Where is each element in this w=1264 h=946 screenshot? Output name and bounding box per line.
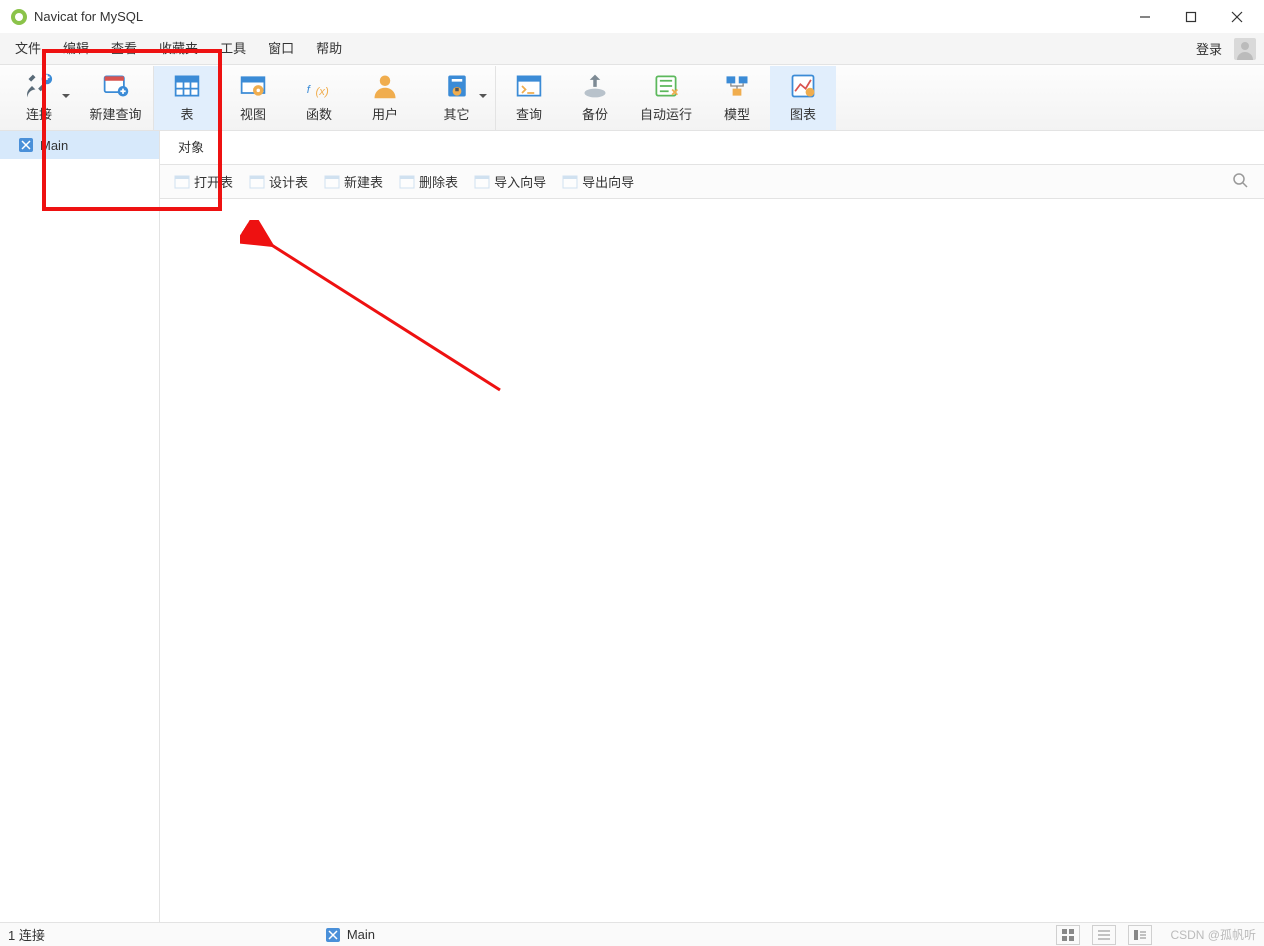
app-icon [10, 8, 28, 26]
view-list-button[interactable] [1092, 925, 1116, 945]
titlebar: Navicat for MySQL [0, 0, 1264, 33]
menu-item-3[interactable]: 收藏夹 [148, 33, 209, 65]
toolbar-backup-button[interactable]: 备份 [562, 66, 628, 130]
view-grid-button[interactable] [1056, 925, 1080, 945]
tree-item-main[interactable]: Main [0, 131, 159, 159]
database-icon [18, 137, 34, 153]
toolbar-new-query-button[interactable]: 新建查询 [78, 66, 154, 130]
toolbar: 连接新建查询表视图函数用户其它查询备份自动运行模型图表 [0, 65, 1264, 131]
menu-item-2[interactable]: 查看 [100, 33, 148, 65]
user-icon [371, 72, 399, 100]
statusbar: 1 连接 Main CSDN @孤帆听 [0, 922, 1264, 946]
view-detail-button[interactable] [1128, 925, 1152, 945]
table-mini-icon [562, 174, 578, 190]
minimize-button[interactable] [1122, 1, 1168, 33]
status-current: Main [325, 927, 375, 943]
content-area [160, 199, 1264, 922]
menu-item-5[interactable]: 窗口 [257, 33, 305, 65]
query-icon [515, 72, 543, 100]
subtool-export-wizard-button[interactable]: 导出向导 [554, 165, 642, 199]
tree-item-label: Main [40, 138, 68, 153]
connection-icon [25, 72, 53, 100]
table-mini-icon [249, 174, 265, 190]
subtool-new-table-button[interactable]: 新建表 [316, 165, 391, 199]
subtool-open-table-button[interactable]: 打开表 [166, 165, 241, 199]
chart-icon [789, 72, 817, 100]
main-panel: 对象 打开表设计表新建表删除表导入向导导出向导 [160, 131, 1264, 922]
toolbar-table-button[interactable]: 表 [154, 66, 220, 130]
menu-item-4[interactable]: 工具 [209, 33, 257, 65]
toolbar-query-button[interactable]: 查询 [496, 66, 562, 130]
table-mini-icon [174, 174, 190, 190]
subtool-delete-table-button[interactable]: 删除表 [391, 165, 466, 199]
chevron-down-icon [479, 94, 487, 102]
database-icon [325, 927, 341, 943]
toolbar-user-button[interactable]: 用户 [352, 66, 418, 130]
search-button[interactable] [1222, 172, 1258, 191]
toolbar-view-button[interactable]: 视图 [220, 66, 286, 130]
window-title: Navicat for MySQL [34, 9, 143, 24]
backup-icon [581, 72, 609, 100]
menu-item-0[interactable]: 文件 [4, 33, 52, 65]
auto-run-icon [652, 72, 680, 100]
view-icon [239, 72, 267, 100]
menu-item-6[interactable]: 帮助 [305, 33, 353, 65]
sidebar: Main [0, 131, 160, 922]
tab-objects[interactable]: 对象 [160, 130, 222, 164]
toolbar-model-button[interactable]: 模型 [704, 66, 770, 130]
model-icon [723, 72, 751, 100]
tab-strip: 对象 [160, 131, 1264, 165]
search-icon [1232, 172, 1248, 188]
subtool-import-wizard-button[interactable]: 导入向导 [466, 165, 554, 199]
object-toolbar: 打开表设计表新建表删除表导入向导导出向导 [160, 165, 1264, 199]
toolbar-function-button[interactable]: 函数 [286, 66, 352, 130]
close-button[interactable] [1214, 1, 1260, 33]
toolbar-auto-run-button[interactable]: 自动运行 [628, 66, 704, 130]
toolbar-connection-button[interactable]: 连接 [0, 66, 78, 130]
chevron-down-icon [62, 94, 70, 102]
login-link[interactable]: 登录 [1188, 39, 1230, 58]
body: Main 对象 打开表设计表新建表删除表导入向导导出向导 [0, 131, 1264, 922]
menubar: 文件编辑查看收藏夹工具窗口帮助 登录 [0, 33, 1264, 65]
function-icon [305, 72, 333, 100]
toolbar-chart-button[interactable]: 图表 [770, 66, 836, 130]
table-icon [173, 72, 201, 100]
new-query-icon [102, 72, 130, 100]
toolbar-other-button[interactable]: 其它 [418, 66, 496, 130]
table-mini-icon [324, 174, 340, 190]
subtool-design-table-button[interactable]: 设计表 [241, 165, 316, 199]
status-connections: 1 连接 [8, 925, 45, 944]
watermark: CSDN @孤帆听 [1170, 926, 1256, 943]
table-mini-icon [399, 174, 415, 190]
menu-item-1[interactable]: 编辑 [52, 33, 100, 65]
other-icon [443, 72, 471, 100]
maximize-button[interactable] [1168, 1, 1214, 33]
table-mini-icon [474, 174, 490, 190]
avatar[interactable] [1234, 38, 1256, 60]
